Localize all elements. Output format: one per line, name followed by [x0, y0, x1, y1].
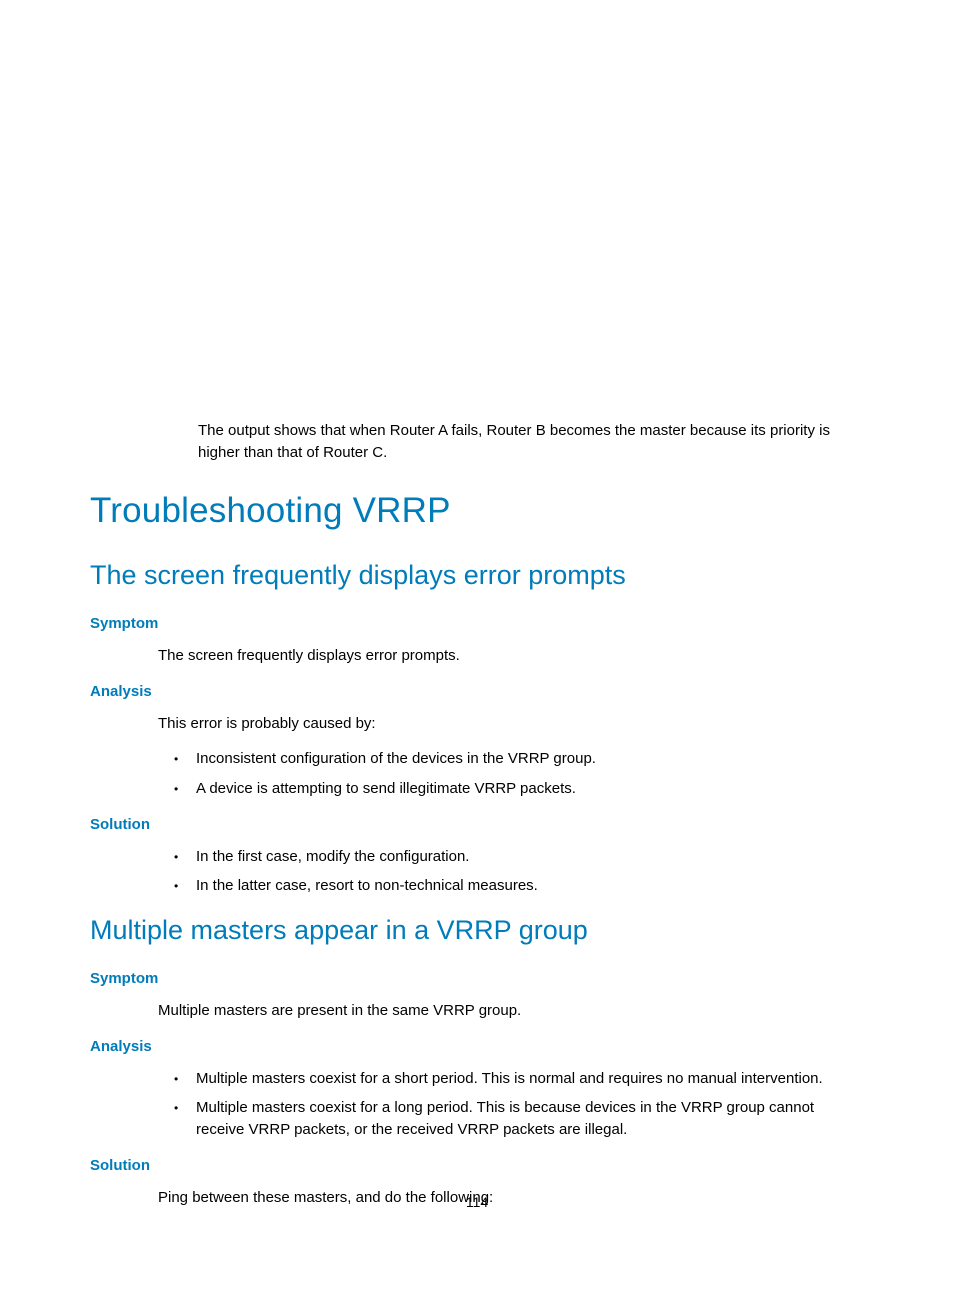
- analysis-1-bullets: Inconsistent configuration of the device…: [90, 748, 864, 800]
- list-item: A device is attempting to send illegitim…: [158, 778, 864, 800]
- label-solution-2: Solution: [90, 1155, 864, 1177]
- document-page: The output shows that when Router A fail…: [0, 0, 954, 1296]
- page-number: 114: [0, 1192, 954, 1212]
- solution-1-bullets: In the first case, modify the configurat…: [90, 846, 864, 898]
- list-item: Inconsistent configuration of the device…: [158, 748, 864, 770]
- list-item: In the latter case, resort to non-techni…: [158, 875, 864, 897]
- heading-troubleshooting-vrrp: Troubleshooting VRRP: [90, 486, 864, 537]
- symptom-2-text-block: Multiple masters are present in the same…: [90, 1000, 864, 1022]
- symptom-1-text-block: The screen frequently displays error pro…: [90, 645, 864, 667]
- analysis-2-bullets: Multiple masters coexist for a short per…: [90, 1068, 864, 1141]
- analysis-1-intro-block: This error is probably caused by:: [90, 713, 864, 735]
- symptom-1-text: The screen frequently displays error pro…: [158, 645, 864, 667]
- label-symptom-2: Symptom: [90, 968, 864, 990]
- heading-error-prompts: The screen frequently displays error pro…: [90, 556, 864, 595]
- intro-paragraph: The output shows that when Router A fail…: [90, 420, 864, 464]
- heading-multiple-masters: Multiple masters appear in a VRRP group: [90, 911, 864, 950]
- list-item: In the first case, modify the configurat…: [158, 846, 864, 868]
- label-analysis-2: Analysis: [90, 1036, 864, 1058]
- symptom-2-text: Multiple masters are present in the same…: [158, 1000, 864, 1022]
- label-analysis-1: Analysis: [90, 681, 864, 703]
- label-solution-1: Solution: [90, 814, 864, 836]
- list-item: Multiple masters coexist for a long peri…: [158, 1097, 864, 1141]
- analysis-1-intro: This error is probably caused by:: [158, 713, 864, 735]
- list-item: Multiple masters coexist for a short per…: [158, 1068, 864, 1090]
- label-symptom-1: Symptom: [90, 613, 864, 635]
